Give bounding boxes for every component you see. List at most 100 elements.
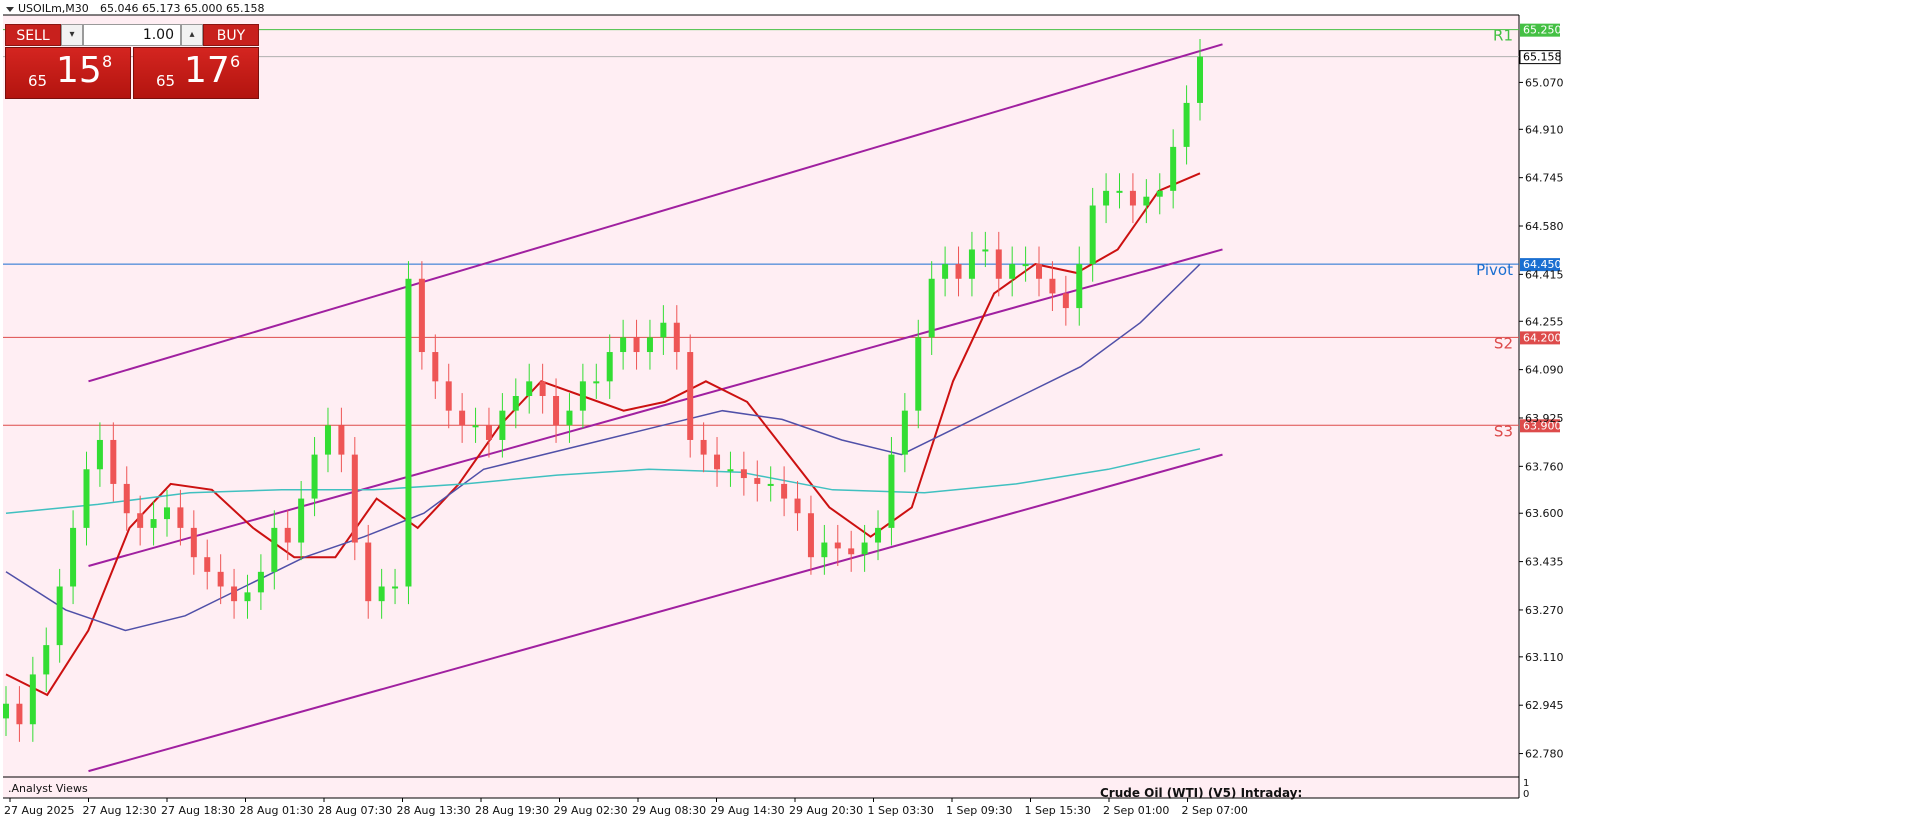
candle-body — [217, 571, 224, 587]
bid-price-tile[interactable]: 65 15 8 — [5, 47, 131, 99]
candle-body — [231, 586, 238, 602]
candle-body — [566, 410, 573, 426]
chart-plot-area[interactable] — [3, 15, 1519, 798]
chevron-down-icon: ▾ — [69, 29, 75, 40]
price-tick-label: 63.600 — [1525, 507, 1564, 520]
price-chart[interactable]: R1 65.250Pivot 64.450S2 64.200S3 63.90065.15… — [0, 0, 1916, 840]
level-name-pivot: Pivot — [1476, 261, 1513, 279]
level-price-label-r1: 65.250 — [1523, 24, 1562, 37]
indicator-scale-min: 0 — [1523, 789, 1529, 800]
candle-body — [1170, 146, 1177, 191]
candle-body — [190, 527, 197, 558]
candle-body — [150, 519, 157, 528]
candle-body — [1049, 278, 1056, 294]
candle-body — [324, 425, 331, 455]
candle-body — [848, 548, 855, 555]
candle-body — [432, 352, 439, 382]
candle-body — [700, 439, 707, 455]
candle-body — [1156, 190, 1163, 197]
candle-body — [3, 703, 9, 719]
ask-price-tile[interactable]: 65 17 6 — [133, 47, 259, 99]
candle[interactable] — [351, 437, 358, 561]
candle-body — [553, 396, 560, 426]
candle-body — [995, 249, 1002, 279]
candle-body — [271, 527, 278, 572]
candle-body — [740, 469, 747, 479]
time-tick-label: 27 Aug 18:30 — [161, 804, 235, 817]
time-tick-label: 28 Aug 01:30 — [240, 804, 314, 817]
candle-body — [754, 478, 761, 484]
triangle-down-icon[interactable] — [6, 7, 14, 12]
candle-body — [1143, 196, 1150, 206]
candle-body — [620, 337, 627, 353]
candle-body — [257, 571, 264, 593]
candle-body — [204, 557, 211, 572]
candle-body — [821, 542, 828, 558]
candle-body — [539, 381, 546, 396]
candle[interactable] — [405, 261, 412, 605]
time-tick-label: 28 Aug 19:30 — [475, 804, 549, 817]
candle-body — [633, 337, 640, 353]
candle-body — [70, 527, 77, 587]
time-tick-label: 1 Sep 03:30 — [868, 804, 934, 817]
time-tick-label: 29 Aug 20:30 — [789, 804, 863, 817]
candle-body — [499, 410, 506, 440]
candle-body — [807, 513, 814, 558]
time-tick-label: 29 Aug 08:30 — [632, 804, 706, 817]
time-tick-label: 29 Aug 14:30 — [711, 804, 785, 817]
candle-body — [392, 586, 399, 589]
time-tick-label: 29 Aug 02:30 — [554, 804, 628, 817]
buy-button[interactable]: BUY — [203, 24, 259, 46]
lot-increase-button[interactable]: ▴ — [181, 24, 203, 46]
candle-body — [767, 483, 774, 486]
sell-button[interactable]: SELL — [5, 24, 61, 46]
candle-body — [378, 586, 385, 602]
candle-body — [1103, 190, 1110, 206]
candle-body — [526, 381, 533, 396]
chevron-up-icon: ▴ — [189, 29, 195, 40]
candle-body — [29, 674, 36, 725]
candle-body — [606, 352, 613, 382]
level-price-label-s2: 64.200 — [1523, 331, 1562, 344]
candle-body — [1183, 102, 1190, 147]
candle-body — [96, 439, 103, 470]
candle[interactable] — [687, 334, 694, 458]
candle-body — [794, 498, 801, 514]
candle-body — [43, 645, 50, 675]
candle-body — [418, 278, 425, 353]
candle-body — [968, 249, 975, 279]
candle-body — [646, 337, 653, 353]
candle-body — [875, 527, 882, 543]
symbol-label: USOILm,M30 — [18, 2, 89, 15]
candle-body — [593, 381, 600, 384]
candle-body — [284, 527, 291, 543]
lot-decrease-button[interactable]: ▾ — [61, 24, 83, 46]
ask-prefix: 65 — [156, 72, 176, 90]
bid-big: 15 — [56, 50, 102, 91]
candle-body — [405, 278, 412, 587]
candle-body — [512, 396, 519, 411]
candle-body — [83, 469, 90, 528]
price-tick-label: 63.760 — [1525, 460, 1564, 473]
price-tick-label: 64.415 — [1525, 268, 1564, 281]
candle-body — [955, 264, 962, 279]
candle-body — [1116, 190, 1123, 193]
indicator-name: .Analyst Views — [8, 782, 88, 795]
time-tick-label: 2 Sep 07:00 — [1182, 804, 1248, 817]
candle-body — [351, 454, 358, 543]
candle-body — [16, 703, 23, 725]
candle-body — [163, 507, 170, 520]
candle-body — [660, 322, 667, 338]
candle-body — [1009, 264, 1016, 279]
candle-body — [727, 469, 734, 472]
level-name-r1: R1 — [1493, 27, 1513, 45]
candle-body — [177, 507, 184, 528]
lot-size-input[interactable]: 1.00 — [83, 24, 181, 46]
candle-body — [365, 542, 372, 602]
candle-body — [1022, 264, 1029, 267]
candle-body — [1129, 190, 1136, 206]
one-click-trade-panel: SELL ▾ 1.00 ▴ BUY 65 15 8 65 17 6 — [5, 24, 259, 99]
ask-sup: 6 — [230, 52, 241, 71]
candle-body — [834, 542, 841, 549]
candle-body — [942, 264, 949, 279]
